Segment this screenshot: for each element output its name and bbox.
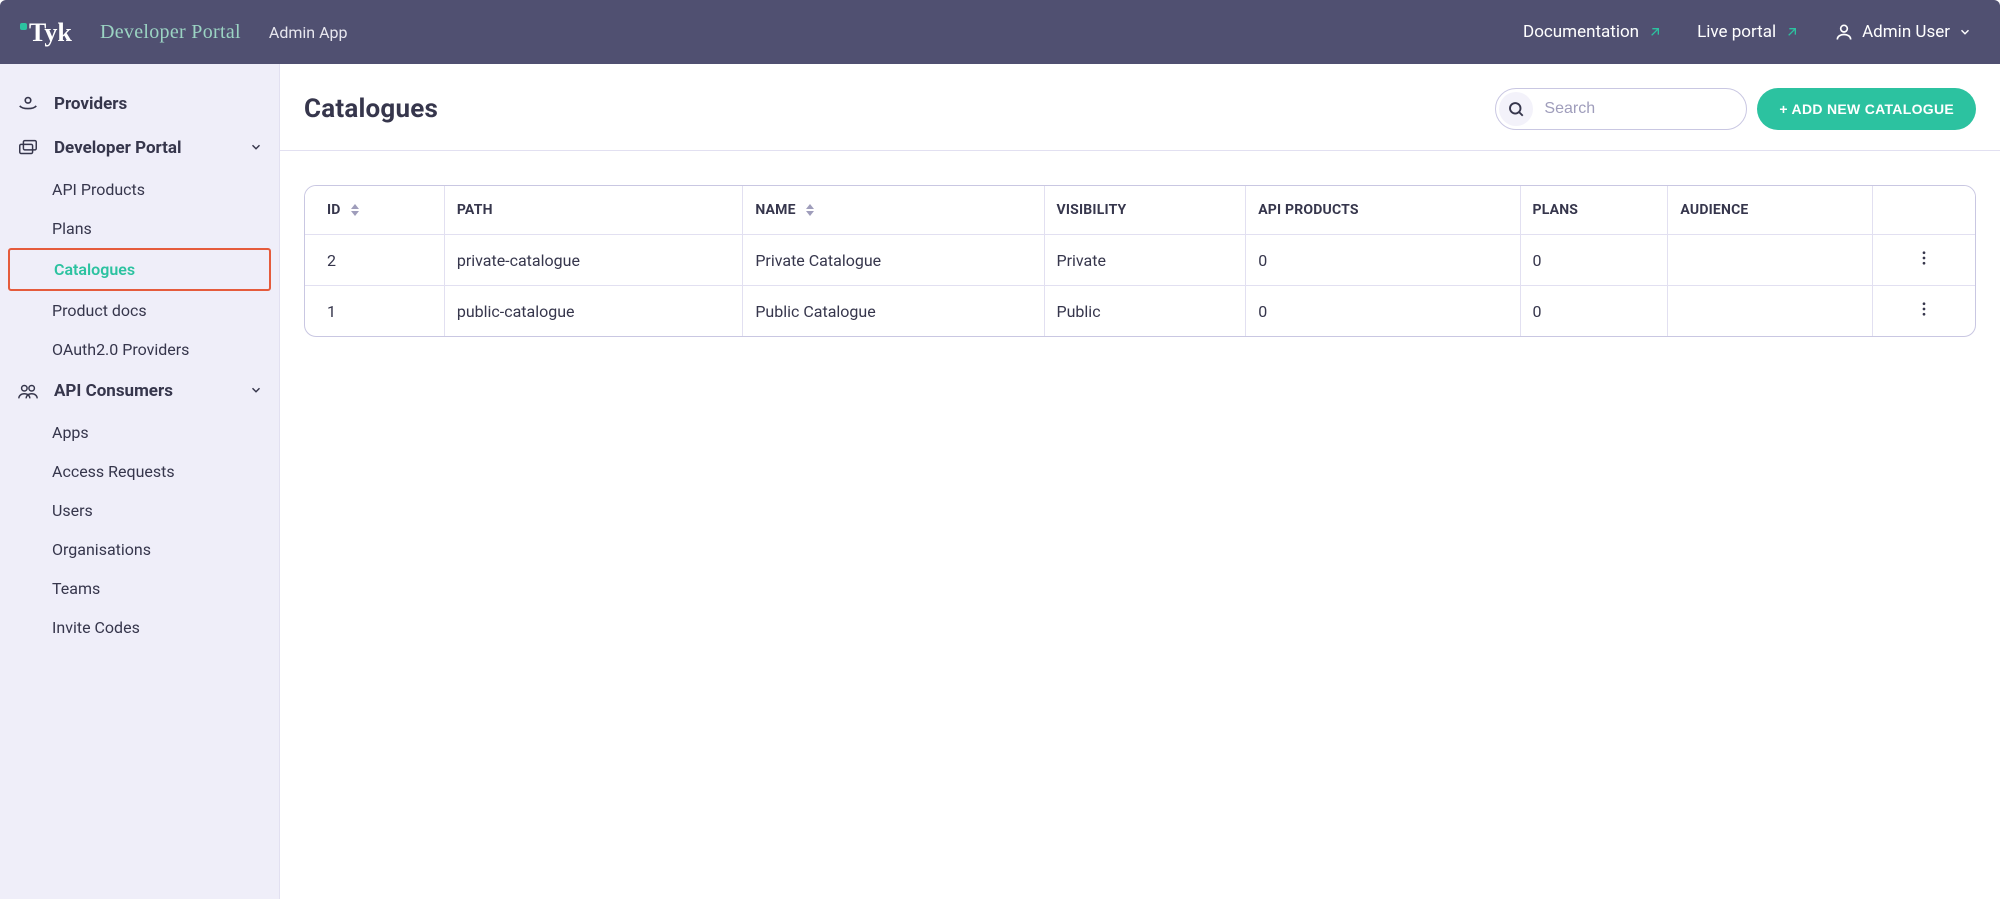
column-name[interactable]: NAME <box>743 186 1044 235</box>
table-header-row: ID PATH NAME <box>305 186 1975 235</box>
sidebar-item-invite-codes[interactable]: Invite Codes <box>0 608 279 647</box>
live-portal-label: Live portal <box>1697 22 1776 42</box>
chevron-down-icon <box>249 382 263 401</box>
user-menu[interactable]: Admin User <box>1834 22 1972 42</box>
column-api-products[interactable]: API PRODUCTS <box>1246 186 1520 235</box>
search-button[interactable] <box>1499 92 1533 126</box>
sidebar-item-plans[interactable]: Plans <box>0 209 279 248</box>
chevron-down-icon <box>1958 25 1972 39</box>
chevron-down-icon <box>249 139 263 158</box>
sort-icon <box>805 204 815 216</box>
cell-plans: 0 <box>1521 286 1669 336</box>
cell-plans: 0 <box>1521 235 1669 286</box>
column-audience[interactable]: AUDIENCE <box>1668 186 1872 235</box>
app-header: Tyk Developer Portal Admin App Documenta… <box>0 0 2000 64</box>
add-new-catalogue-button[interactable]: + ADD NEW CATALOGUE <box>1757 88 1976 130</box>
cell-visibility: Public <box>1045 286 1247 336</box>
sidebar-item-api-products[interactable]: API Products <box>0 170 279 209</box>
sidebar-item-apps[interactable]: Apps <box>0 413 279 452</box>
sidebar-item-catalogues[interactable]: Catalogues <box>8 248 271 291</box>
user-name: Admin User <box>1862 22 1950 42</box>
search-icon <box>1507 100 1525 118</box>
table-row[interactable]: 2 private-catalogue Private Catalogue Pr… <box>305 235 1975 286</box>
providers-icon <box>16 92 40 116</box>
cell-name: Private Catalogue <box>743 235 1044 286</box>
user-icon <box>1834 22 1854 42</box>
svg-text:Tyk: Tyk <box>29 18 72 47</box>
column-id-label: ID <box>327 202 341 218</box>
row-actions-button[interactable] <box>1915 303 1933 322</box>
sidebar-item-api-consumers[interactable]: API Consumers <box>0 369 279 413</box>
page-header: Catalogues + ADD NEW CATALOGUE <box>280 64 2000 151</box>
search <box>1495 88 1747 130</box>
column-actions <box>1873 186 1975 235</box>
live-portal-link[interactable]: Live portal <box>1697 22 1800 42</box>
sidebar-label: Developer Portal <box>54 138 182 158</box>
documentation-link[interactable]: Documentation <box>1523 22 1663 42</box>
cell-audience <box>1668 235 1872 286</box>
sidebar-item-providers[interactable]: Providers <box>0 82 279 126</box>
cell-name: Public Catalogue <box>743 286 1044 336</box>
table-area: ID PATH NAME <box>280 151 2000 371</box>
column-visibility-label: VISIBILITY <box>1057 202 1127 218</box>
column-visibility[interactable]: VISIBILITY <box>1045 186 1247 235</box>
brand-subtitle: Developer Portal <box>100 21 241 44</box>
sort-icon <box>350 204 360 216</box>
layout: Providers Developer Portal API Products … <box>0 64 2000 899</box>
column-path-label: PATH <box>457 202 493 218</box>
column-audience-label: AUDIENCE <box>1680 202 1748 218</box>
sidebar-item-organisations[interactable]: Organisations <box>0 530 279 569</box>
cell-visibility: Private <box>1045 235 1247 286</box>
main-content: Catalogues + ADD NEW CATALOGUE ID <box>280 64 2000 899</box>
sidebar-item-oauth2-providers[interactable]: OAuth2.0 Providers <box>0 330 279 369</box>
column-plans-label: PLANS <box>1533 202 1579 218</box>
page-title: Catalogues <box>304 94 438 124</box>
app-label: Admin App <box>269 23 348 42</box>
sidebar-label: Providers <box>54 94 127 114</box>
tyk-logo-icon: Tyk <box>20 17 82 47</box>
sidebar-item-access-requests[interactable]: Access Requests <box>0 452 279 491</box>
cell-api-products: 0 <box>1246 286 1520 336</box>
brand: Tyk Developer Portal Admin App <box>20 17 347 47</box>
column-products-label: API PRODUCTS <box>1258 202 1359 218</box>
more-vertical-icon <box>1915 249 1933 267</box>
sidebar: Providers Developer Portal API Products … <box>0 64 280 899</box>
sidebar-item-product-docs[interactable]: Product docs <box>0 291 279 330</box>
column-name-label: NAME <box>755 202 795 218</box>
table-row[interactable]: 1 public-catalogue Public Catalogue Publ… <box>305 286 1975 336</box>
cell-path: private-catalogue <box>445 235 744 286</box>
sidebar-label: API Consumers <box>54 381 173 401</box>
external-link-icon <box>1784 24 1800 40</box>
column-id[interactable]: ID <box>305 186 445 235</box>
column-plans[interactable]: PLANS <box>1521 186 1669 235</box>
cell-id: 1 <box>305 286 445 336</box>
developer-portal-icon <box>16 136 40 160</box>
api-consumers-icon <box>16 379 40 403</box>
sidebar-item-developer-portal[interactable]: Developer Portal <box>0 126 279 170</box>
cell-id: 2 <box>305 235 445 286</box>
external-link-icon <box>1647 24 1663 40</box>
column-path[interactable]: PATH <box>445 186 744 235</box>
row-actions-button[interactable] <box>1915 252 1933 271</box>
catalogues-table: ID PATH NAME <box>304 185 1976 337</box>
header-right: Documentation Live portal Admin User <box>1523 22 1972 42</box>
cell-api-products: 0 <box>1246 235 1520 286</box>
more-vertical-icon <box>1915 300 1933 318</box>
cell-audience <box>1668 286 1872 336</box>
sidebar-item-users[interactable]: Users <box>0 491 279 530</box>
cell-path: public-catalogue <box>445 286 744 336</box>
documentation-label: Documentation <box>1523 22 1639 42</box>
sidebar-item-teams[interactable]: Teams <box>0 569 279 608</box>
